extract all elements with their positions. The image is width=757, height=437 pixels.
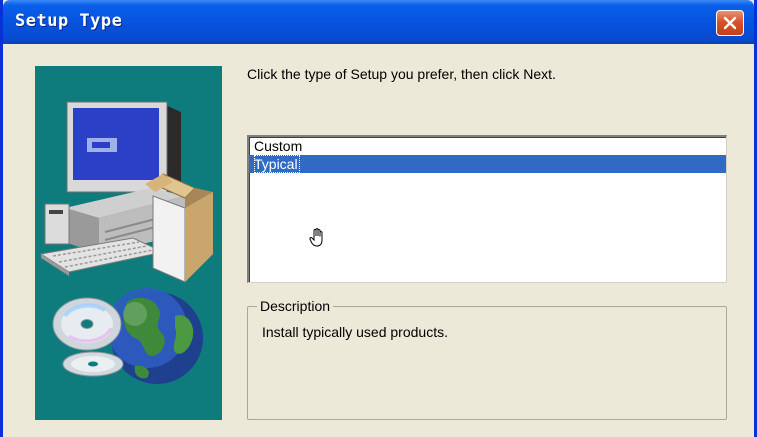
cd-icon xyxy=(52,297,124,377)
hand-pointer-icon xyxy=(309,228,323,247)
list-item-custom[interactable]: Custom xyxy=(249,137,726,155)
computer-icon xyxy=(39,101,213,283)
setup-prompt: Click the type of Setup you prefer, then… xyxy=(247,66,556,82)
setup-type-list[interactable]: Custom Typical xyxy=(247,135,727,283)
list-item-typical[interactable]: Typical xyxy=(249,155,726,173)
close-button[interactable] xyxy=(716,10,744,36)
globe-icon xyxy=(107,288,203,384)
title-bar[interactable]: Setup Type xyxy=(3,0,754,44)
setup-illustration xyxy=(35,66,222,420)
close-icon xyxy=(723,16,737,30)
description-legend: Description xyxy=(257,298,334,314)
description-text: Install typically used products. xyxy=(262,324,448,340)
list-item-label: Custom xyxy=(254,138,303,154)
setup-type-dialog: Setup Type Click the type of Setup you p… xyxy=(0,0,757,437)
description-group: Description Install typically used produ… xyxy=(247,298,727,420)
list-item-label: Typical xyxy=(254,155,300,173)
window-title: Setup Type xyxy=(15,11,123,31)
